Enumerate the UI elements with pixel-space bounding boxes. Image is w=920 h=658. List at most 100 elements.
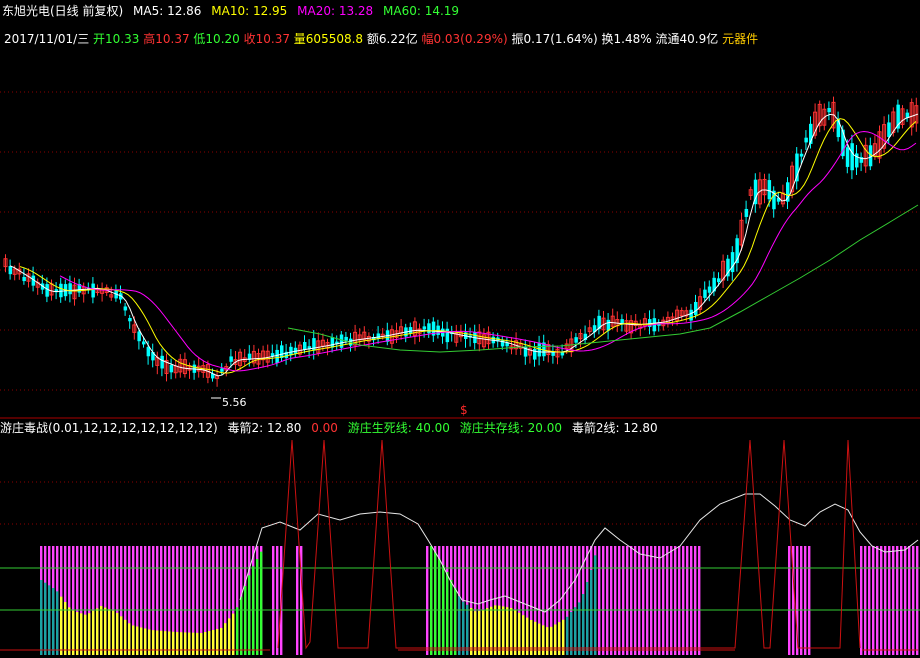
- event-marker-icon[interactable]: $: [460, 403, 468, 417]
- stock-chart-window: 东旭光电(日线 前复权) MA5: 12.86 MA10: 12.95 MA20…: [0, 0, 920, 658]
- indicator-bar: [276, 546, 279, 655]
- indicator-sub-bar: [172, 631, 175, 655]
- indicator-bar: [610, 546, 613, 655]
- indicator-sub-bar: [582, 594, 585, 655]
- indicator-bar: [598, 546, 601, 655]
- candle-body: [845, 147, 850, 167]
- candle-body: [91, 283, 95, 298]
- indicator-bar: [634, 546, 637, 655]
- indicator-bar: [800, 546, 803, 655]
- candle-body: [123, 306, 128, 311]
- candle-body: [408, 327, 413, 334]
- indicator-bar: [698, 546, 701, 655]
- indicator-bar: [670, 546, 673, 655]
- indicator-bar: [614, 546, 617, 655]
- indicator-sub-bar: [522, 615, 525, 655]
- quote-amount: 额6.22亿: [366, 32, 418, 46]
- candle-body: [275, 349, 279, 364]
- indicator-sub-bar: [216, 629, 219, 655]
- indicator-sub-bar: [188, 632, 191, 655]
- candle-body: [694, 301, 698, 315]
- coexist-line-label: 游庄共存线: 20.00: [459, 421, 562, 435]
- indicator-sub-bar: [88, 613, 91, 655]
- low-price-marker: 5.56: [222, 396, 247, 409]
- indicator-sub-bar: [248, 575, 251, 655]
- indicator-sub-bar: [546, 627, 549, 655]
- indicator-sub-bar: [430, 546, 433, 655]
- candle-body: [229, 356, 233, 362]
- indicator-sub-bar: [590, 570, 593, 655]
- indicator-sub-bar: [44, 582, 47, 655]
- candle-body: [827, 108, 831, 113]
- indicator-bar: [638, 546, 641, 655]
- quote-turnover: 换1.48%: [601, 32, 652, 46]
- indicator-bar: [686, 546, 689, 655]
- quote-open: 开10.33: [93, 32, 140, 46]
- indicator-sub-bar: [60, 596, 63, 655]
- indicator-sub-bar: [244, 586, 247, 655]
- indicator-sub-bar: [76, 612, 79, 655]
- candle-body: [744, 208, 749, 217]
- indicator-sub-bar: [200, 633, 203, 655]
- indicator-sub-bar: [570, 612, 573, 655]
- indicator-sub-bar: [232, 613, 235, 655]
- candle-body: [8, 266, 13, 275]
- indicator-bar: [626, 546, 629, 655]
- indicator-bar: [904, 546, 907, 655]
- price-and-indicator-chart[interactable]: [0, 0, 920, 658]
- indicator-bar: [630, 546, 633, 655]
- indicator-sub-bar: [256, 559, 259, 655]
- ma20-label: MA20: 13.28: [297, 4, 374, 18]
- candle-body: [703, 289, 707, 298]
- ma10-line: [19, 118, 917, 374]
- indicator-sub-bar: [92, 610, 95, 655]
- indicator-sub-bar: [526, 617, 529, 655]
- indicator-bar: [650, 546, 653, 655]
- indicator-sub-bar: [212, 630, 215, 655]
- indicator-bar: [654, 546, 657, 655]
- indicator-bar: [646, 546, 649, 655]
- candle-body: [850, 143, 854, 171]
- indicator-bar: [426, 546, 429, 655]
- indicator-sub-bar: [208, 631, 211, 655]
- indicator-sub-bar: [240, 596, 243, 655]
- candle-body: [160, 355, 164, 369]
- indicator-sub-bar: [116, 612, 119, 655]
- indicator-header: 游庄毒战(0.01,12,12,12,12,12,12,12) 毒箭2: 12.…: [0, 420, 658, 436]
- candle-body: [169, 365, 174, 373]
- indicator-sub-bar: [542, 625, 545, 655]
- quote-low: 低10.20: [193, 32, 240, 46]
- indicator-sub-bar: [446, 572, 449, 655]
- indicator-name: 游庄毒战(0.01,12,12,12,12,12,12,12): [0, 421, 218, 435]
- indicator-sub-bar: [120, 616, 123, 655]
- indicator-sub-bar: [100, 606, 103, 655]
- candle-body: [128, 317, 132, 322]
- indicator-bar: [884, 546, 887, 655]
- indicator-sub-bar: [68, 607, 71, 655]
- indicator-sub-bar: [108, 609, 111, 655]
- indicator-sub-bar: [180, 632, 183, 655]
- indicator-sub-bar: [196, 632, 199, 655]
- indicator-bar: [860, 546, 863, 655]
- quote-high: 高10.37: [143, 32, 190, 46]
- indicator-sub-bar: [84, 614, 87, 655]
- indicator-bar: [666, 546, 669, 655]
- indicator-bar: [690, 546, 693, 655]
- arrow-label: 毒箭2: 12.80: [227, 421, 302, 435]
- indicator-sub-bar: [104, 607, 107, 655]
- candle-body: [689, 309, 693, 321]
- candle-body: [551, 352, 555, 356]
- indicator-sub-bar: [160, 630, 163, 655]
- indicator-bar: [622, 546, 625, 655]
- arrow-value: 0.00: [311, 421, 338, 435]
- candle-body: [804, 137, 808, 143]
- candle-body: [59, 283, 63, 298]
- candle-body: [767, 180, 772, 200]
- indicator-sub-bar: [48, 585, 51, 655]
- indicator-sub-bar: [80, 613, 83, 655]
- indicator-bar: [880, 546, 883, 655]
- candle-body: [142, 341, 146, 345]
- indicator-sub-bar: [204, 632, 207, 655]
- indicator-sub-bar: [566, 616, 569, 655]
- indicator-sub-bar: [184, 632, 187, 655]
